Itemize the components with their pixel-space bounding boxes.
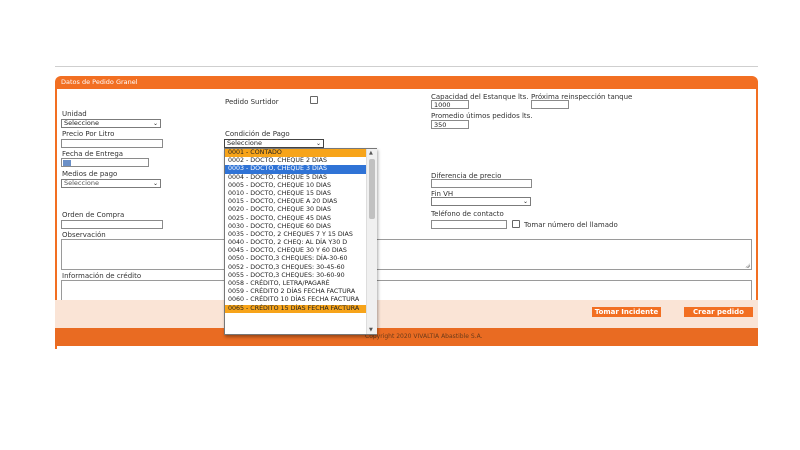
condicion-pago-label: Condición de Pago: [225, 130, 290, 138]
calendar-icon[interactable]: [63, 160, 71, 166]
dropdown-option[interactable]: 0025 - DOCTO, CHEQUE 45 DIAS: [225, 215, 366, 223]
fin-vh-select[interactable]: ⌄: [431, 197, 531, 206]
chevron-down-icon: ⌄: [522, 198, 528, 205]
panel-title: Datos de Pedido Granel: [61, 78, 138, 86]
medios-pago-label: Medios de pago: [62, 170, 118, 178]
fecha-entrega-input[interactable]: [61, 158, 149, 167]
capacidad-input[interactable]: 1000: [431, 100, 469, 109]
dropdown-option[interactable]: 0035 - DOCTO, 2 CHEQUES 7 Y 15 DIAS: [225, 231, 366, 239]
form-window: Datos de Pedido Granel Pedido Surtidor U…: [55, 66, 758, 349]
credito-textarea[interactable]: [61, 280, 752, 302]
reinspeccion-input[interactable]: [531, 100, 569, 109]
resize-grip-icon[interactable]: [745, 263, 750, 268]
tomar-numero-label: Tomar número del llamado: [524, 221, 618, 229]
chevron-down-icon: ⌄: [152, 120, 158, 127]
dropdown-option[interactable]: 0003 - DOCTO, CHEQUE 3 DIAS: [225, 165, 366, 174]
dropdown-option[interactable]: 0002 - DOCTO, CHEQUE 2 DIAS: [225, 157, 366, 165]
panel-header: Datos de Pedido Granel: [55, 76, 758, 89]
telefono-input[interactable]: [431, 220, 507, 229]
promedio-input[interactable]: 350: [431, 120, 469, 129]
panel-right-border: [756, 89, 758, 319]
credito-label: Información de crédito: [62, 272, 142, 280]
copyright-bar: Copyright 2020 VIVALTIA Abastible S.A.: [55, 328, 758, 346]
dropdown-option[interactable]: 0055 - DOCTO,3 CHEQUES: 30-60-90: [225, 272, 366, 280]
condicion-pago-dropdown[interactable]: 0001 - CONTADO 0002 - DOCTO, CHEQUE 2 DIA…: [224, 148, 377, 335]
dropdown-option[interactable]: 0065 - CRÉDITO 15 DÍAS FECHA FACTURA: [225, 304, 366, 313]
dropdown-option[interactable]: 0060 - CRÉDITO 10 DÍAS FECHA FACTURA: [225, 296, 366, 304]
scrollbar-thumb[interactable]: [369, 159, 375, 219]
scroll-down-icon[interactable]: ▼: [369, 327, 373, 333]
precio-label: Precio Por Litro: [62, 130, 115, 138]
diferencia-precio-input[interactable]: [431, 179, 532, 188]
dropdown-option[interactable]: 0052 - DOCTO,3 CHEQUES: 30-45-60: [225, 264, 366, 272]
condicion-pago-select-value: Seleccione: [227, 139, 262, 147]
dropdown-option[interactable]: 0001 - CONTADO: [225, 149, 366, 158]
dropdown-option[interactable]: 0010 - DOCTO, CHEQUE 15 DIAS: [225, 190, 366, 198]
pedido-surtidor-label: Pedido Surtidor: [225, 98, 279, 106]
action-footer: Tomar Incidente Crear pedido: [55, 300, 758, 328]
dropdown-option[interactable]: 0058 - CRÉDITO, LETRA/PAGARÉ: [225, 280, 366, 288]
scroll-up-icon[interactable]: ▲: [369, 150, 373, 156]
medios-pago-select-value: Seleccione: [64, 179, 99, 187]
tomar-numero-checkbox[interactable]: [512, 220, 520, 228]
unidad-label: Unidad: [62, 110, 87, 118]
observacion-textarea[interactable]: [61, 239, 752, 270]
promedio-label: Promedio útimos pedidos lts.: [431, 112, 533, 120]
precio-input[interactable]: [61, 139, 163, 148]
orden-compra-input[interactable]: [61, 220, 163, 229]
medios-pago-select[interactable]: Seleccione ⌄: [61, 179, 161, 188]
chevron-down-icon: ⌄: [152, 180, 158, 187]
dropdown-option-list: 0001 - CONTADO 0002 - DOCTO, CHEQUE 2 DIA…: [225, 149, 366, 334]
observacion-label: Observación: [62, 231, 106, 239]
dropdown-option[interactable]: 0020 - DOCTO, CHEQUE 30 DIAS: [225, 206, 366, 214]
dropdown-option[interactable]: 0050 - DOCTO,3 CHEQUES: DÍA-30-60: [225, 255, 366, 263]
crear-pedido-button[interactable]: Crear pedido: [684, 307, 753, 317]
pedido-surtidor-checkbox[interactable]: [310, 96, 318, 104]
chevron-down-icon: ⌄: [315, 140, 321, 147]
dropdown-scrollbar[interactable]: ▲ ▼: [366, 149, 377, 334]
unidad-select-value: Seleccione: [64, 119, 99, 127]
orden-compra-label: Orden de Compra: [62, 211, 125, 219]
fecha-entrega-label: Fecha de Entrega: [62, 150, 124, 158]
condicion-pago-select[interactable]: Seleccione ⌄: [224, 139, 324, 148]
copyright-text: Copyright 2020 VIVALTIA Abastible S.A.: [365, 333, 483, 340]
unidad-select[interactable]: Seleccione ⌄: [61, 119, 161, 128]
dropdown-option[interactable]: 0040 - DOCTO, 2 CHEQ: AL DÍA Y30 D: [225, 239, 366, 247]
dropdown-option[interactable]: 0015 - DOCTO, CHEQUE A 20 DIAS: [225, 198, 366, 206]
dropdown-option[interactable]: 0030 - DOCTO, CHEQUE 60 DIAS: [225, 223, 366, 231]
tomar-incidente-button[interactable]: Tomar Incidente: [592, 307, 661, 317]
telefono-label: Teléfono de contacto: [431, 210, 504, 218]
dropdown-option[interactable]: 0004 - DOCTO, CHEQUE 5 DIAS: [225, 174, 366, 182]
dropdown-option[interactable]: 0005 - DOCTO, CHEQUE 10 DIAS: [225, 182, 366, 190]
top-divider: [55, 66, 758, 67]
